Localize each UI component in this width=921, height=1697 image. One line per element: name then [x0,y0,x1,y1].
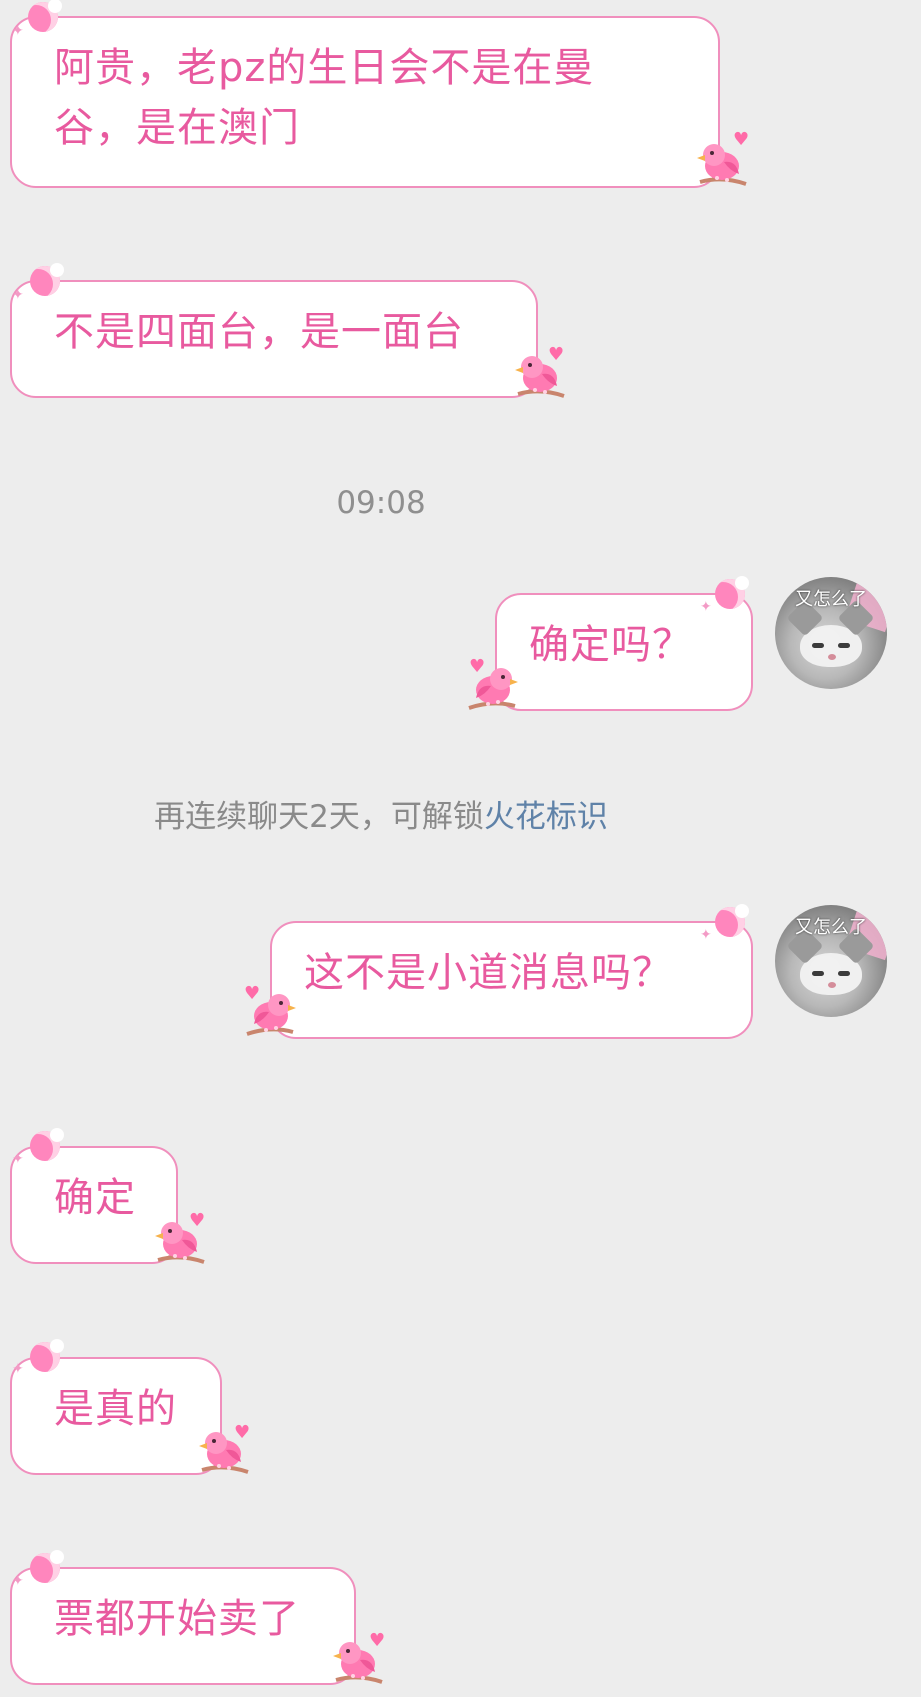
message-bubble[interactable]: 这不是小道消息吗？ [270,921,753,1039]
message-bubble[interactable]: 阿贵，老pz的生日会不是在曼 谷，是在澳门 [10,16,720,188]
message-text: 确定 [54,1175,136,1221]
message-text: 这不是小道消息吗？ [304,950,673,996]
avatar[interactable]: 又怎么了 [775,577,887,689]
heart-icon: ♥ [244,983,261,1004]
avatar-eye-left [812,643,824,648]
sparkle-icon: ✦ [12,1361,24,1377]
message-bubble[interactable]: 是真的 [10,1357,222,1475]
message-text-line-1: 阿贵，老pz的生日会不是在曼 [54,45,595,91]
message-bubble[interactable]: 票都开始卖了 [10,1567,356,1685]
sparkle-icon: ✦ [700,927,712,943]
heart-icon: ♥ [469,656,486,677]
timestamp: 09:08 [336,485,426,521]
notice-text: 再连续聊天2天，可解锁 [154,799,484,835]
sparkle-icon: ✦ [12,1573,24,1589]
avatar-eye-left [812,971,824,976]
avatar-caption: 又怎么了 [795,917,867,938]
heart-icon: ♥ [234,1422,251,1443]
moon-icon [715,576,749,609]
heart-icon: ♥ [189,1210,206,1231]
moon-icon [30,263,64,296]
message-bubble[interactable]: 确定吗？ [495,593,753,711]
avatar[interactable]: 又怎么了 [775,905,887,1017]
heart-icon: ♥ [548,344,565,365]
spark-notice: 再连续聊天2天，可解锁火花标识 [0,797,762,837]
moon-icon [28,0,62,32]
avatar-nose [828,654,836,660]
message-text: 不是四面台，是一面台 [54,309,464,355]
sparkle-icon: ✦ [700,599,712,615]
sparkle-icon: ✦ [12,23,24,39]
message-bubble[interactable]: 不是四面台，是一面台 [10,280,538,398]
moon-icon [30,1339,64,1372]
avatar-caption: 又怎么了 [795,589,867,610]
heart-icon: ♥ [369,1630,386,1651]
message-text: 确定吗？ [529,622,693,668]
message-text-line-2: 谷，是在澳门 [54,105,300,151]
sparkle-icon: ✦ [12,1151,24,1167]
message-text: 是真的 [54,1386,177,1432]
moon-icon [715,904,749,937]
spark-link[interactable]: 火花标识 [484,799,608,835]
moon-icon [30,1128,64,1161]
avatar-eye-right [838,643,850,648]
message-text: 票都开始卖了 [54,1596,300,1642]
heart-icon: ♥ [733,129,750,150]
sparkle-icon: ✦ [12,287,24,303]
avatar-nose [828,982,836,988]
moon-icon [30,1550,64,1583]
avatar-eye-right [838,971,850,976]
